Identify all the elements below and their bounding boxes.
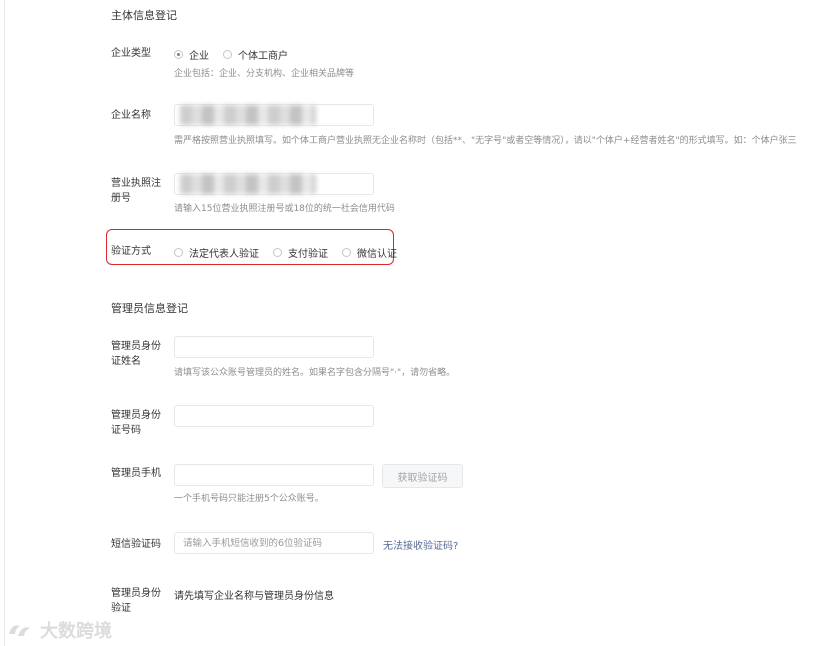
radio-unchecked-icon[interactable] xyxy=(223,50,232,59)
watermark-logo-icon xyxy=(9,625,30,636)
radio-option-label: 法定代表人验证 xyxy=(189,249,259,260)
redacted-license-number xyxy=(180,174,316,194)
radio-option-label: 企业 xyxy=(189,51,209,62)
enterprise-name-hint: 需严格按照营业执照填写。如个体工商户营业执照无企业名称时（包括**、"无字号"或… xyxy=(174,136,797,146)
verification-option-legal-rep[interactable]: 法定代表人验证 xyxy=(174,245,259,260)
radio-option-label: 支付验证 xyxy=(288,249,328,260)
radio-checked-icon[interactable] xyxy=(174,50,183,59)
admin-name-input[interactable] xyxy=(174,336,374,358)
admin-phone-hint: 一个手机号码只能注册5个公众账号。 xyxy=(174,494,324,504)
admin-phone-label: 管理员手机 xyxy=(111,468,161,479)
enterprise-type-label: 企业类型 xyxy=(111,48,151,59)
enterprise-name-label: 企业名称 xyxy=(111,110,151,121)
admin-verify-text: 请先填写企业名称与管理员身份信息 xyxy=(174,591,334,602)
sms-code-label: 短信验证码 xyxy=(111,539,161,550)
admin-name-label: 管理员身份证姓名 xyxy=(111,341,161,367)
get-code-button[interactable]: 获取验证码 xyxy=(382,464,463,488)
admin-id-label: 管理员身份证号码 xyxy=(111,410,161,436)
enterprise-type-option-enterprise[interactable]: 企业 xyxy=(174,47,209,62)
watermark: 大数跨境 xyxy=(6,617,112,643)
enterprise-type-option-individual[interactable]: 个体工商户 xyxy=(223,47,288,62)
enterprise-type-radio-group: 企业 个体工商户 xyxy=(174,47,302,62)
enterprise-type-hint: 企业包括：企业、分支机构、企业相关品牌等 xyxy=(174,69,355,79)
admin-verify-label: 管理员身份验证 xyxy=(111,588,161,614)
redacted-enterprise-name xyxy=(180,105,316,125)
left-divider xyxy=(4,0,5,646)
admin-phone-input[interactable] xyxy=(174,464,374,486)
license-number-hint: 请输入15位营业执照注册号或18位的统一社会信用代码 xyxy=(174,204,395,214)
verification-option-wechat[interactable]: 微信认证 xyxy=(342,245,397,260)
admin-id-input[interactable] xyxy=(174,405,374,427)
verification-method-label: 验证方式 xyxy=(111,246,151,257)
verification-method-radio-group: 法定代表人验证 支付验证 微信认证 xyxy=(174,245,411,260)
radio-unchecked-icon[interactable] xyxy=(273,248,282,257)
entity-section-title: 主体信息登记 xyxy=(111,9,177,22)
radio-unchecked-icon[interactable] xyxy=(342,248,351,257)
license-number-label: 营业执照注册号 xyxy=(111,178,161,204)
watermark-text: 大数跨境 xyxy=(40,621,112,642)
radio-unchecked-icon[interactable] xyxy=(174,248,183,257)
radio-option-label: 个体工商户 xyxy=(238,51,288,62)
sms-code-input[interactable] xyxy=(174,532,374,554)
verification-option-payment[interactable]: 支付验证 xyxy=(273,245,328,260)
admin-section-title: 管理员信息登记 xyxy=(111,302,188,315)
radio-option-label: 微信认证 xyxy=(357,249,397,260)
admin-name-hint: 请填写该公众账号管理员的姓名。如果名字包含分隔号"·"，请勿省略。 xyxy=(174,368,456,378)
cannot-receive-code-link[interactable]: 无法接收验证码? xyxy=(383,537,458,552)
